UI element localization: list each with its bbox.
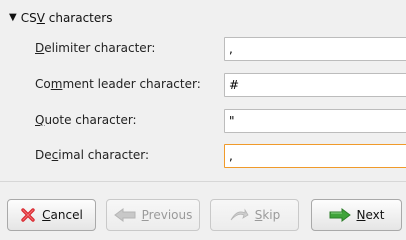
arrow-left-icon [113,208,136,222]
delimiter-label: Delimiter character: [35,41,156,55]
decimal-row: Decimal character: [28,143,406,169]
cancel-label: Cancel [42,208,83,222]
next-label: Next [356,208,385,222]
quote-label: Quote character: [35,113,137,127]
decimal-input[interactable] [224,144,406,168]
decimal-label: Decimal character: [35,148,150,162]
section-header-csv-characters[interactable]: ▼ CSV characters [9,10,112,26]
separator [0,181,406,182]
skip-label: Skip [254,208,281,222]
skip-icon [230,208,249,221]
arrow-right-icon [329,208,351,222]
delimiter-input[interactable] [224,37,406,61]
delimiter-row: Delimiter character: [28,36,406,62]
quote-row: Quote character: [28,108,406,134]
comment-leader-row: Comment leader character: [28,72,406,98]
cancel-button[interactable]: Cancel [7,199,96,231]
comment-leader-input[interactable] [224,73,406,97]
previous-button[interactable]: Previous [106,199,200,231]
quote-input[interactable] [224,109,406,133]
previous-label: Previous [141,208,193,222]
skip-button[interactable]: Skip [210,199,299,231]
collapse-triangle-icon[interactable]: ▼ [9,13,17,23]
section-title: CSV characters [20,11,113,25]
comment-leader-label: Comment leader character: [35,77,201,91]
red-x-icon [21,208,35,222]
next-button[interactable]: Next [311,199,402,231]
